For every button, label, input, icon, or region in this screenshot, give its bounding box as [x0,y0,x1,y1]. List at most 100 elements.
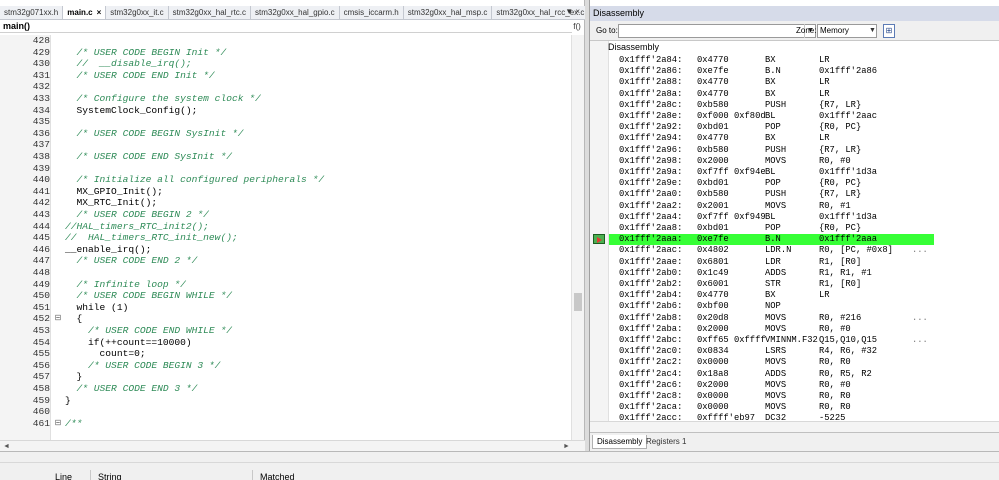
disassembly-row[interactable]: 0x1fff'2ab6: 0xbf00 NOP [609,301,934,312]
file-tab[interactable]: stm32g071xx.h [0,6,64,19]
code-line[interactable]: 445 // HAL_timers_RTC_init_new(); [0,232,570,244]
disassembly-row[interactable]: 0x1fff'2a8e: 0xf000 0xf80d BL 0x1fff'2aac [609,111,934,122]
disassembly-row[interactable]: 0x1fff'2a84: 0x4770 BX LR [609,55,934,66]
disassembly-options-icon[interactable]: ⊞ [883,24,895,38]
code-line[interactable]: 460 [0,406,570,418]
disassembly-row[interactable]: 0x1fff'2a8c: 0xb580 PUSH {R7, LR} [609,100,934,111]
code-line[interactable]: 444 //HAL_timers_RTC_init2(); [0,220,570,233]
code-line[interactable]: 440 /* Initialize all configured periphe… [0,174,570,186]
line-number: 431 [0,69,50,82]
instruction-mnemonic: MOVS [765,391,787,401]
code-line[interactable]: 454 if(++count==10000) [0,336,570,349]
column-header-line[interactable]: Line [55,472,72,480]
disassembly-row[interactable]: 0x1fff'2a96: 0xb580 PUSH {R7, LR} [609,145,934,156]
disassembly-row[interactable]: 0x1fff'2a9e: 0xbd01 POP {R0, PC} [609,178,934,189]
code-line[interactable]: 446 __enable_irq(); [0,243,570,256]
tab-list-dropdown-icon[interactable]: ▼ × [565,7,580,16]
disassembly-row[interactable]: 0x1fff'2ab4: 0x4770 BX LR [609,290,934,301]
column-divider[interactable] [252,470,253,480]
disassembly-row[interactable]: 0x1fff'2a9a: 0xf7ff 0xf94e BL 0x1fff'1d3a [609,167,934,178]
code-line[interactable]: 439 [0,162,570,175]
disassembly-row[interactable]: 0x1fff'2ac2: 0x0000 MOVS R0, R0 [609,357,934,368]
disassembly-row[interactable]: 0x1fff'2aca: 0x0000 MOVS R0, R0 [609,402,934,413]
disassembly-row[interactable]: 0x1fff'2ab2: 0x6001 STR R1, [R0] [609,279,934,290]
disassembly-row[interactable]: 0x1fff'2aa2: 0x2001 MOVS R0, #1 [609,201,934,212]
disassembly-row[interactable]: 0x1fff'2ac4: 0x18a8 ADDS R0, R5, R2 [609,369,934,380]
disassembly-row[interactable]: 0x1fff'2abc: 0xff65 0xffff VMINNM.F32 Q15,Q… [609,335,934,346]
tab-disassembly[interactable]: Disassembly [592,435,648,449]
code-line[interactable]: 455 count=0; [0,348,570,360]
code-line[interactable]: 442 MX_RTC_Init(); [0,197,570,209]
code-line[interactable]: 431 /* USER CODE END Init */ [0,69,570,82]
code-line[interactable]: 429 /* USER CODE BEGIN Init */ [0,46,570,59]
code-area[interactable]: 428 429 /* USER CODE BEGIN Init */430 // … [0,35,570,440]
function-navigation-icon[interactable]: f() [571,20,583,33]
disassembly-row[interactable]: 0x1fff'2a98: 0x2000 MOVS R0, #0 [609,156,934,167]
code-line[interactable]: 430 // __disable_irq(); [0,58,570,70]
column-header-string[interactable]: String [98,472,122,480]
close-tab-icon[interactable]: × [97,8,102,17]
disassembly-row-current[interactable]: 0x1fff'2aaa: 0xe7fe B.N 0x1fff'2aaa [609,234,934,246]
fold-toggle-icon[interactable]: ⊟ [52,313,64,325]
disassembly-row[interactable]: 0x1fff'2a94: 0x4770 BX LR [609,133,934,144]
disassembly-row[interactable]: 0x1fff'2aae: 0x6801 LDR R1, [R0] [609,257,934,268]
editor-vertical-scrollbar[interactable] [571,35,584,440]
code-line[interactable]: 458 /* USER CODE END 3 */ [0,383,570,395]
disassembly-horizontal-scrollbar[interactable] [590,421,999,432]
code-line[interactable]: 451 while (1) [0,301,570,314]
code-editor[interactable]: stm32g071xx.h main.c × stm32g0xx_it.c stm32g… [0,0,585,451]
code-line[interactable]: 433 /* Configure the system clock */ [0,93,570,105]
disassembly-row[interactable]: 0x1fff'2aba: 0x2000 MOVS R0, #0 [609,324,934,335]
code-line[interactable]: 447 /* USER CODE END 2 */ [0,255,570,267]
code-line[interactable]: 452 ⊟ { [0,313,570,325]
code-line[interactable]: 457 } [0,371,570,383]
disassembly-row[interactable]: 0x1fff'2aa4: 0xf7ff 0xf949 BL 0x1fff'1d3a [609,212,934,223]
editor-horizontal-scrollbar[interactable]: ◄ ► [0,440,585,451]
code-line[interactable]: 456 /* USER CODE BEGIN 3 */ [0,359,570,372]
disassembly-row[interactable]: 0x1fff'2ab0: 0x1c49 ADDS R1, R1, #1 [609,268,934,279]
disassembly-row[interactable]: 0x1fff'2aac: 0x4802 LDR.N R0, [PC, #0x8]... [609,245,934,256]
code-line[interactable]: 434 SystemClock_Config(); [0,104,570,117]
code-line[interactable]: 432 [0,81,570,93]
disassembly-row[interactable]: 0x1fff'2ac0: 0x0834 LSRS R4, R6, #32 [609,346,934,357]
disassembly-row[interactable]: 0x1fff'2a92: 0xbd01 POP {R0, PC} [609,122,934,133]
line-number: 445 [0,232,50,244]
disassembly-row[interactable]: 0x1fff'2a88: 0x4770 BX LR [609,77,934,88]
fold-toggle-icon[interactable]: ⊟ [52,418,64,430]
disassembly-row[interactable]: 0x1fff'2aa0: 0xb580 PUSH {R7, LR} [609,189,934,200]
code-line[interactable]: 441 MX_GPIO_Init(); [0,185,570,198]
disassembly-row[interactable]: 0x1fff'2a8a: 0x4770 BX LR [609,89,934,100]
file-tab[interactable]: main.c × [63,6,107,19]
disassembly-row[interactable]: 0x1fff'2ab8: 0x20d8 MOVS R0, #216... [609,313,934,324]
disassembly-row[interactable]: 0x1fff'2aa8: 0xbd01 POP {R0, PC} [609,223,934,234]
code-line[interactable]: 428 [0,35,570,47]
disassembly-row[interactable]: 0x1fff'2ac6: 0x2000 MOVS R0, #0 [609,380,934,391]
file-tab[interactable]: stm32g0xx_it.c [106,6,169,19]
code-line[interactable]: 448 [0,267,570,279]
code-line[interactable]: 438 /* USER CODE END SysInit */ [0,151,570,163]
file-tab[interactable]: stm32g0xx_hal_gpio.c [251,6,340,19]
editor-scroll-thumb[interactable] [574,293,582,311]
file-tab[interactable]: stm32g0xx_hal_rtc.c [169,6,252,19]
code-text: /* USER CODE BEGIN Init */ [65,46,227,58]
column-header-matched[interactable]: Matched [260,472,295,480]
code-line[interactable]: 449 /* Infinite loop */ [0,278,570,291]
code-line[interactable]: 459} [0,394,570,407]
code-line[interactable]: 461 ⊟/** [0,417,570,430]
column-divider[interactable] [90,470,91,480]
code-line[interactable]: 435 [0,116,570,128]
disassembly-listing[interactable]: Disassembly 0x1fff'2a84: 0x4770 BX LR 0x1fff… [590,41,999,432]
code-line[interactable]: 437 [0,139,570,151]
code-line[interactable]: 436 /* USER CODE BEGIN SysInit */ [0,127,570,140]
function-selector[interactable]: main() [0,20,572,33]
code-line[interactable]: 450 /* USER CODE BEGIN WHILE */ [0,290,570,302]
disassembly-row[interactable]: 0x1fff'2ac8: 0x0000 MOVS R0, R0 [609,391,934,402]
disassembly-row[interactable]: 0x1fff'2a86: 0xe7fe B.N 0x1fff'2a86 [609,66,934,77]
zone-dropdown-icon[interactable]: ▼ [868,24,877,38]
code-line[interactable]: 453 /* USER CODE END WHILE */ [0,325,570,337]
file-tab[interactable]: stm32g0xx_hal_msp.c [404,6,493,19]
tab-registers-1[interactable]: Registers 1 [642,435,690,449]
code-line[interactable]: 443 /* USER CODE BEGIN 2 */ [0,209,570,221]
file-tab[interactable]: cmsis_iccarm.h [340,6,404,19]
goto-input[interactable] [618,24,816,38]
